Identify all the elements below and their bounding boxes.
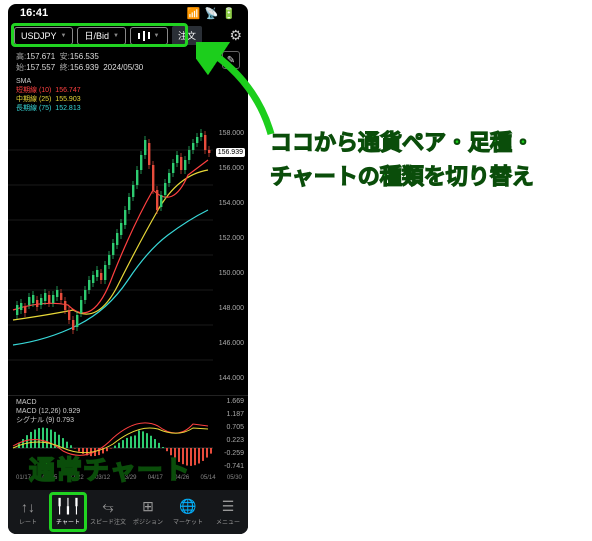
annotation-label-main: 通常チャート bbox=[29, 450, 191, 487]
status-time: 16:41 bbox=[20, 7, 48, 19]
sma-legend: SMA 短期線 (10) 156.747 中期線 (25) 155.903 長期… bbox=[8, 75, 248, 115]
bars-icon bbox=[143, 31, 145, 41]
signal-icon: 📶 bbox=[187, 7, 201, 20]
market-icon: 🌐 bbox=[179, 499, 196, 515]
nav-menu[interactable]: ☰ メニュー bbox=[208, 490, 248, 534]
chevron-down-icon: ▼ bbox=[113, 33, 119, 39]
annotation-label-side: ココから通貨ペア・足種・ チャートの種類を切り替え bbox=[270, 126, 534, 194]
pair-label: USDJPY bbox=[21, 31, 57, 41]
order-button[interactable]: 注文 bbox=[172, 26, 202, 45]
position-icon: ⊞ bbox=[142, 499, 154, 515]
nav-position[interactable]: ⊞ ポジション bbox=[128, 490, 168, 534]
gear-icon[interactable]: ⚙ bbox=[229, 27, 242, 44]
bottom-nav: ↑↓ レート ╿╽╿ チャート ⥃ スピード注文 ⊞ ポジション 🌐 マーケット… bbox=[8, 490, 248, 534]
macd-y-axis: 1.669 1.187 0.705 0.223 -0.259 -0.741 bbox=[214, 396, 246, 473]
menu-icon: ☰ bbox=[222, 499, 235, 515]
status-right: 📶 📡 🔋 bbox=[187, 7, 236, 20]
wifi-icon: 📡 bbox=[205, 7, 219, 20]
nav-market[interactable]: 🌐 マーケット bbox=[168, 490, 208, 534]
rate-icon: ↑↓ bbox=[21, 499, 35, 515]
chevron-down-icon: ▼ bbox=[153, 33, 159, 39]
bars-icon bbox=[148, 32, 150, 39]
edit-icon[interactable]: ✎ bbox=[222, 51, 240, 69]
chart-type-selector[interactable]: ▼ bbox=[130, 27, 168, 45]
top-controls: USDJPY ▼ 日/Bid ▼ ▼ 注文 ⚙ bbox=[8, 22, 248, 49]
timeframe-label: 日/Bid bbox=[84, 29, 109, 42]
status-bar: 16:41 📶 📡 🔋 bbox=[8, 4, 248, 22]
speed-icon: ⥃ bbox=[102, 499, 113, 515]
price-chart[interactable]: 158.000 156.939 156.000 154.000 152.000 … bbox=[8, 115, 248, 395]
last-price-tag: 156.939 bbox=[216, 148, 245, 157]
nav-chart[interactable]: ╿╽╿ チャート bbox=[48, 490, 88, 534]
y-axis: 158.000 156.939 156.000 154.000 152.000 … bbox=[210, 115, 246, 395]
chart-icon: ╿╽╿ bbox=[55, 499, 80, 515]
ohlc-readout: 高:157.671 安:156.535 始:157.557 終:156.939 … bbox=[8, 49, 248, 75]
pair-selector[interactable]: USDJPY ▼ bbox=[14, 27, 73, 45]
nav-speed[interactable]: ⥃ スピード注文 bbox=[88, 490, 128, 534]
battery-icon: 🔋 bbox=[222, 7, 236, 20]
nav-rate[interactable]: ↑↓ レート bbox=[8, 490, 48, 534]
bars-icon bbox=[138, 33, 140, 39]
chevron-down-icon: ▼ bbox=[61, 33, 67, 39]
timeframe-selector[interactable]: 日/Bid ▼ bbox=[77, 27, 125, 45]
